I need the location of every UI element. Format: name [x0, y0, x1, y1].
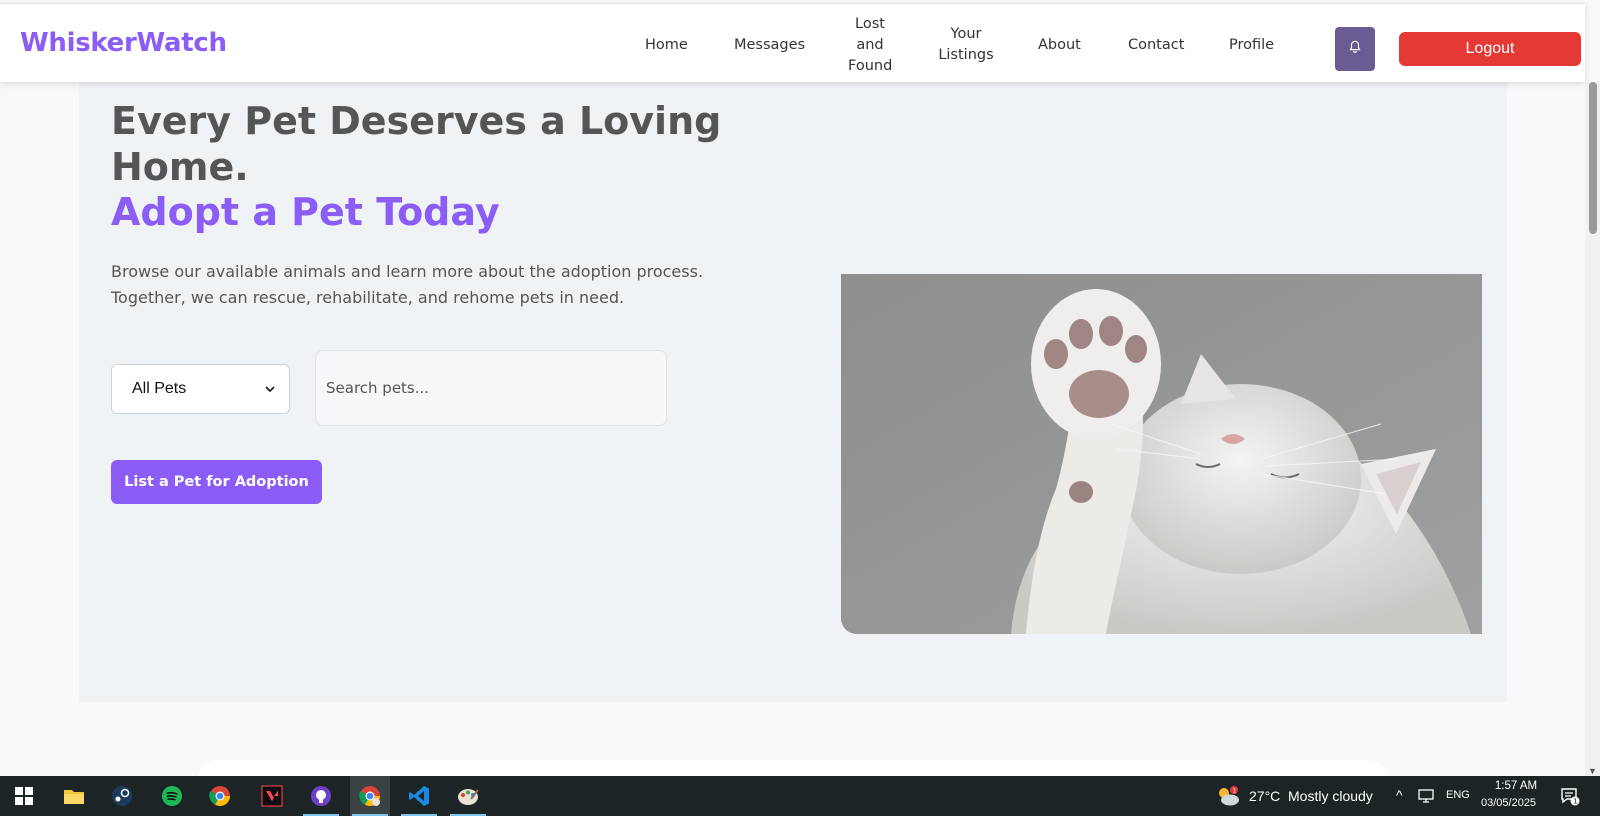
- nav-contact[interactable]: Contact: [1128, 35, 1184, 56]
- hero-headline-accent: Adopt a Pet Today: [111, 190, 500, 234]
- search-input[interactable]: [315, 350, 667, 426]
- hero-section: Every Pet Deserves a Loving Home. Adopt …: [79, 82, 1507, 702]
- nav-home[interactable]: Home: [645, 35, 688, 56]
- pet-type-select[interactable]: All Pets: [111, 364, 290, 414]
- page-scrollbar[interactable]: ▼: [1585, 82, 1600, 776]
- weather-cloud-icon[interactable]: 1: [1213, 776, 1243, 816]
- nav-lost-and-found-line1: Lost: [855, 16, 885, 32]
- nav-lost-and-found[interactable]: Lost and Found: [848, 14, 892, 77]
- nav-profile[interactable]: Profile: [1229, 35, 1274, 56]
- weather-badge-count: 1: [1233, 788, 1237, 795]
- list-pet-button[interactable]: List a Pet for Adoption: [111, 460, 322, 504]
- scrollbar-thumb[interactable]: [1589, 82, 1597, 234]
- hero-description: Browse our available animals and learn m…: [111, 262, 704, 307]
- steam-icon[interactable]: [102, 776, 142, 816]
- github-desktop-icon[interactable]: [301, 776, 341, 816]
- weather-condition[interactable]: Mostly cloudy: [1288, 788, 1373, 804]
- spotify-icon[interactable]: [152, 776, 192, 816]
- chrome-profile-icon[interactable]: [350, 776, 390, 816]
- windows-start-icon[interactable]: [4, 776, 44, 816]
- brand-logo[interactable]: WhiskerWatch: [20, 28, 227, 58]
- windows-taskbar: 1 27°C Mostly cloudy ^ ENG 1:57 AM 03/05…: [0, 776, 1600, 816]
- hero-headline: Every Pet Deserves a Loving Home.: [111, 99, 722, 189]
- nav-lost-and-found-line2: and: [856, 37, 884, 53]
- hero-cat-image: [841, 274, 1482, 634]
- file-explorer-icon[interactable]: [54, 776, 94, 816]
- nav-your-listings-line1: Your: [950, 26, 982, 42]
- notification-count: 1: [1573, 798, 1577, 806]
- clock-date[interactable]: 03/05/2025: [1481, 797, 1536, 809]
- nav-messages[interactable]: Messages: [734, 35, 805, 56]
- weather-temp[interactable]: 27°C: [1249, 788, 1280, 804]
- language-indicator[interactable]: ENG: [1446, 789, 1470, 801]
- valorant-icon[interactable]: [252, 776, 292, 816]
- pet-type-select-value: All Pets: [132, 380, 187, 397]
- clock-time[interactable]: 1:57 AM: [1491, 780, 1541, 792]
- paint-icon[interactable]: [448, 776, 488, 816]
- chevron-down-icon: [265, 380, 275, 398]
- nav-about[interactable]: About: [1038, 35, 1081, 56]
- notification-center-icon[interactable]: 1: [1552, 776, 1588, 816]
- chrome-icon[interactable]: [200, 776, 240, 816]
- notifications-button[interactable]: [1335, 27, 1375, 71]
- network-icon[interactable]: [1414, 776, 1438, 816]
- vscode-icon[interactable]: [399, 776, 439, 816]
- navbar: WhiskerWatch Home Messages Lost and Foun…: [0, 3, 1585, 82]
- chevron-up-icon[interactable]: ^: [1396, 787, 1403, 803]
- scroll-down-arrow-icon[interactable]: ▼: [1588, 766, 1597, 776]
- nav-your-listings-line2: Listings: [938, 47, 994, 63]
- logout-button[interactable]: Logout: [1399, 32, 1581, 66]
- nav-your-listings[interactable]: Your Listings: [938, 24, 994, 66]
- bell-icon: [1348, 40, 1362, 59]
- nav-lost-and-found-line3: Found: [848, 58, 893, 74]
